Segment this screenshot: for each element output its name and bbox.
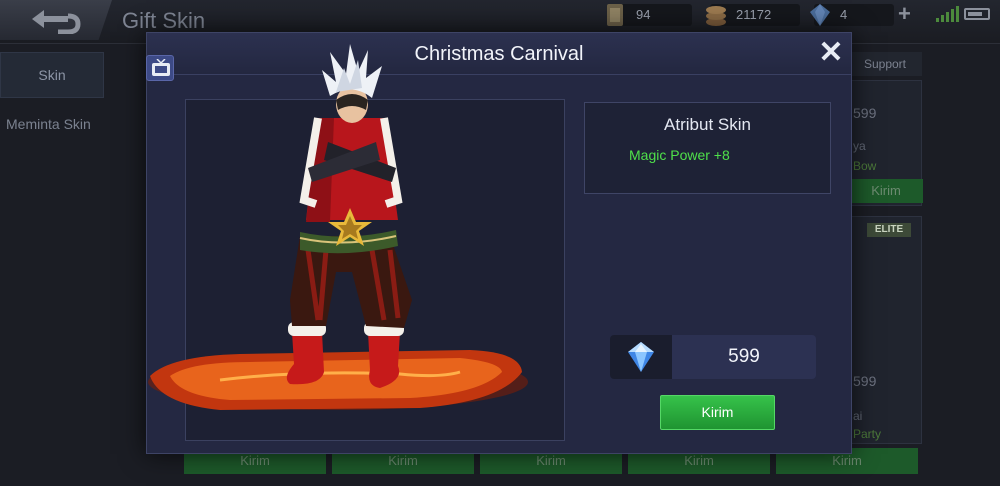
diamond-icon	[810, 4, 830, 26]
back-button[interactable]	[0, 0, 112, 40]
skin-attributes-panel: Atribut Skin Magic Power +8	[584, 102, 831, 194]
ticket-count: 94	[636, 7, 651, 22]
skin-card[interactable]: ELITE 599 ai Party	[848, 216, 922, 444]
skin-card-price: 599	[853, 373, 877, 389]
skin-card-name: ya	[853, 139, 866, 153]
sidebar-item-request-skin[interactable]: Meminta Skin	[0, 102, 104, 148]
skin-preview[interactable]	[185, 99, 565, 441]
diamond-count: 4	[840, 7, 848, 22]
skin-card[interactable]: 599 ya Bow Kirim	[848, 80, 923, 206]
battery-icon	[964, 8, 990, 20]
skin-card-price: 599	[853, 105, 877, 121]
close-icon[interactable]: ✕	[817, 38, 845, 68]
plus-icon[interactable]: +	[898, 3, 916, 25]
attribute-stat: Magic Power +8	[629, 147, 730, 163]
tab-support[interactable]: Support	[848, 52, 922, 76]
skin-card-subtitle: Bow	[853, 159, 877, 173]
battle-point-count: 21172	[736, 7, 772, 22]
battle-point-counter: 21172	[706, 4, 800, 26]
dialog-header: Christmas Carnival ✕	[147, 33, 851, 75]
diamond-icon	[628, 342, 654, 372]
sidebar: Skin Meminta Skin	[0, 52, 104, 486]
signal-icon	[936, 6, 959, 22]
page-title: Gift Skin	[122, 8, 206, 33]
ticket-icon	[607, 4, 623, 26]
diamond-counter: 4	[810, 4, 894, 26]
attributes-title: Atribut Skin	[664, 115, 751, 134]
skin-card-subtitle: Party	[853, 427, 882, 441]
ticket-counter: 94	[607, 4, 692, 26]
skin-card-name: ai	[853, 409, 863, 423]
back-arrow-icon	[32, 10, 81, 34]
price-icon-box	[610, 335, 672, 379]
send-button[interactable]: Kirim	[660, 395, 775, 430]
skin-detail-dialog: Christmas Carnival ✕ Atribut Skin Magic …	[146, 32, 852, 454]
skin-card-send-button[interactable]: Kirim	[849, 179, 923, 203]
dialog-title: Christmas Carnival	[414, 43, 584, 65]
battle-point-icon	[706, 6, 726, 26]
price-value: 599	[728, 346, 760, 367]
price-display: 599	[610, 335, 816, 379]
elite-badge: ELITE	[867, 223, 911, 237]
tv-icon[interactable]	[146, 55, 174, 81]
sidebar-item-skin[interactable]: Skin	[0, 52, 104, 98]
